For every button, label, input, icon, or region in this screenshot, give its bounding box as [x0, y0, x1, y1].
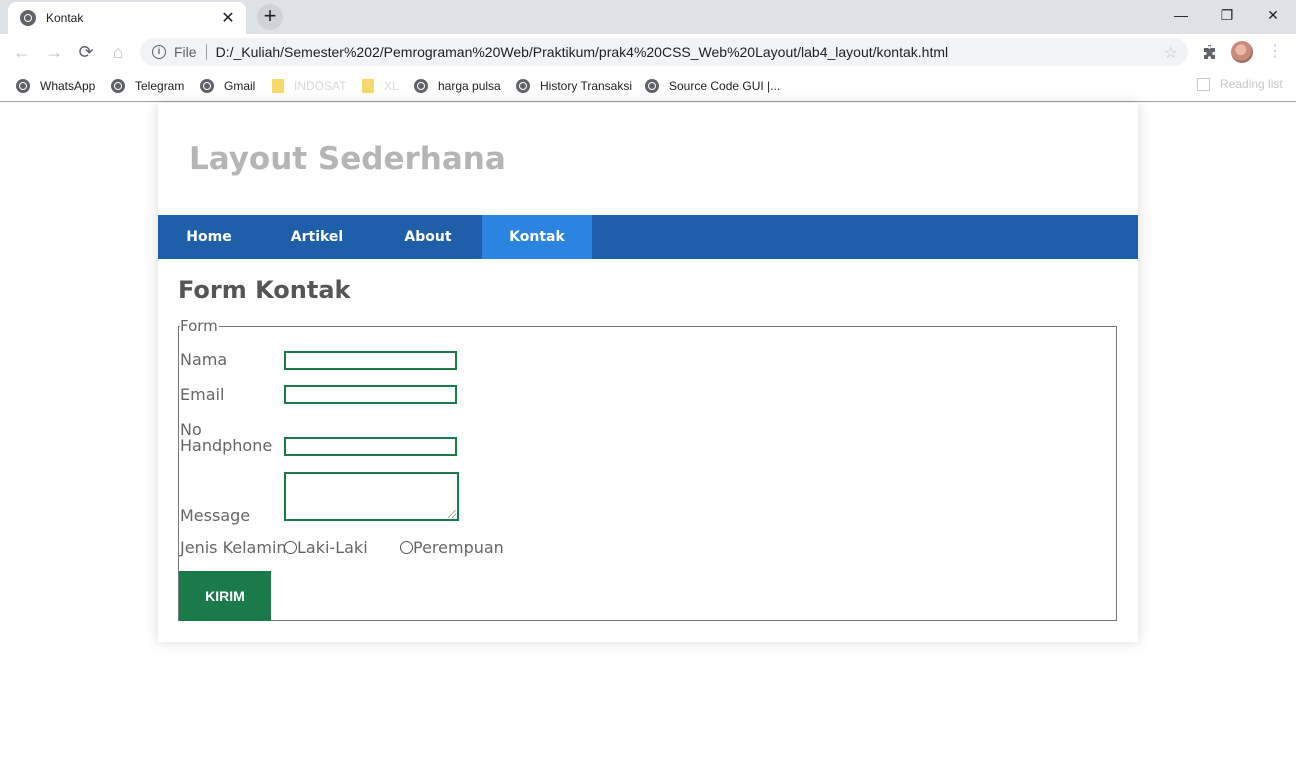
bookmark-xl[interactable]: XL	[362, 77, 399, 95]
tab-strip: Kontak ✕ + — ❐ ✕	[0, 0, 1296, 34]
globe-icon	[16, 79, 30, 93]
bookmark-whatsapp[interactable]: WhatsApp	[16, 77, 95, 95]
reading-list-button[interactable]: Reading list	[1197, 77, 1283, 91]
more-menu-icon[interactable]: ⋮	[1266, 40, 1284, 64]
nav-kontak[interactable]: Kontak	[482, 215, 592, 259]
bookmark-star-icon[interactable]: ☆	[1164, 43, 1178, 63]
address-bar[interactable]: i File D:/_Kuliah/Semester%202/Pemrogram…	[140, 38, 1188, 66]
browser-tab[interactable]: Kontak ✕	[8, 2, 246, 34]
globe-icon	[645, 79, 659, 93]
globe-icon	[200, 79, 214, 93]
tab-title: Kontak	[46, 11, 84, 25]
globe-icon	[111, 79, 125, 93]
folder-icon	[362, 79, 374, 93]
bookmark-label: harga pulsa	[438, 79, 501, 93]
bookmark-label: INDOSAT	[294, 79, 347, 93]
email-input[interactable]	[284, 385, 457, 404]
extensions-puzzle-icon[interactable]	[1198, 40, 1222, 64]
radio-laki-laki-label[interactable]: Laki-Laki	[297, 540, 368, 556]
message-textarea[interactable]	[284, 472, 459, 521]
minimize-button[interactable]: —	[1158, 0, 1204, 30]
close-window-button[interactable]: ✕	[1250, 0, 1296, 30]
bookmark-telegram[interactable]: Telegram	[111, 77, 184, 95]
tab-close-icon[interactable]: ✕	[220, 8, 236, 28]
nama-label: Nama	[180, 350, 228, 369]
nav-artikel[interactable]: Artikel	[260, 215, 374, 259]
globe-icon	[20, 10, 36, 26]
bookmark-source-code-gui[interactable]: Source Code GUI |...	[645, 77, 780, 95]
form-heading: Form Kontak	[178, 276, 351, 304]
bookmark-label: Source Code GUI |...	[669, 79, 781, 93]
bookmark-label: Telegram	[135, 79, 185, 93]
bookmark-gmail[interactable]: Gmail	[200, 77, 255, 95]
bookmark-harga-pulsa[interactable]: harga pulsa	[414, 77, 501, 95]
folder-icon	[272, 79, 284, 93]
bookmark-label: Gmail	[224, 79, 256, 93]
file-scheme-label: File	[174, 44, 197, 60]
kirim-button[interactable]: KIRIM	[179, 571, 271, 621]
gender-label: Jenis Kelamin	[180, 538, 287, 557]
message-label: Message	[180, 506, 251, 525]
email-label: Email	[180, 385, 225, 404]
new-tab-button[interactable]: +	[257, 4, 283, 30]
bookmark-history-transaksi[interactable]: History Transaksi	[516, 77, 632, 95]
bookmarks-bar: WhatsApp Telegram Gmail INDOSAT XL harga…	[0, 70, 1296, 102]
restore-button[interactable]: ❐	[1204, 0, 1250, 30]
page-container: Layout Sederhana Home Artikel About Kont…	[158, 103, 1138, 642]
radio-perempuan-label[interactable]: Perempuan	[413, 540, 504, 556]
bookmark-label: WhatsApp	[40, 79, 96, 93]
url-text[interactable]: D:/_Kuliah/Semester%202/Pemrograman%20We…	[216, 44, 949, 60]
resize-grip-icon[interactable]	[448, 510, 456, 518]
main-navbar: Home Artikel About Kontak	[158, 215, 1138, 259]
bookmark-label: XL	[384, 79, 399, 93]
reading-list-icon	[1197, 77, 1210, 91]
forward-arrow-icon[interactable]: →	[42, 40, 66, 64]
globe-icon	[516, 79, 530, 93]
back-arrow-icon[interactable]: ←	[10, 40, 34, 64]
nav-home[interactable]: Home	[158, 215, 260, 259]
address-separator	[205, 44, 207, 60]
profile-avatar[interactable]	[1231, 41, 1253, 63]
nav-about[interactable]: About	[374, 215, 482, 259]
bookmark-label: History Transaksi	[540, 79, 633, 93]
page-viewport: Layout Sederhana Home Artikel About Kont…	[0, 103, 1296, 768]
home-icon[interactable]: ⌂	[106, 40, 130, 64]
radio-perempuan[interactable]	[400, 541, 413, 554]
bookmark-indosat[interactable]: INDOSAT	[272, 77, 346, 95]
nama-input[interactable]	[284, 351, 457, 370]
reading-list-label: Reading list	[1220, 77, 1283, 91]
contact-form-fieldset: Form Nama Email No Handphone Message Jen…	[178, 318, 1117, 621]
site-title: Layout Sederhana	[189, 141, 506, 177]
radio-laki-laki[interactable]	[284, 541, 297, 554]
phone-label-line2: Handphone	[180, 436, 273, 455]
info-icon[interactable]: i	[152, 45, 166, 59]
form-legend: Form	[180, 317, 219, 335]
browser-toolbar: ← → ⟳ ⌂ i File D:/_Kuliah/Semester%202/P…	[0, 34, 1296, 70]
phone-input[interactable]	[284, 437, 457, 456]
globe-icon	[414, 79, 428, 93]
reload-icon[interactable]: ⟳	[74, 40, 98, 64]
